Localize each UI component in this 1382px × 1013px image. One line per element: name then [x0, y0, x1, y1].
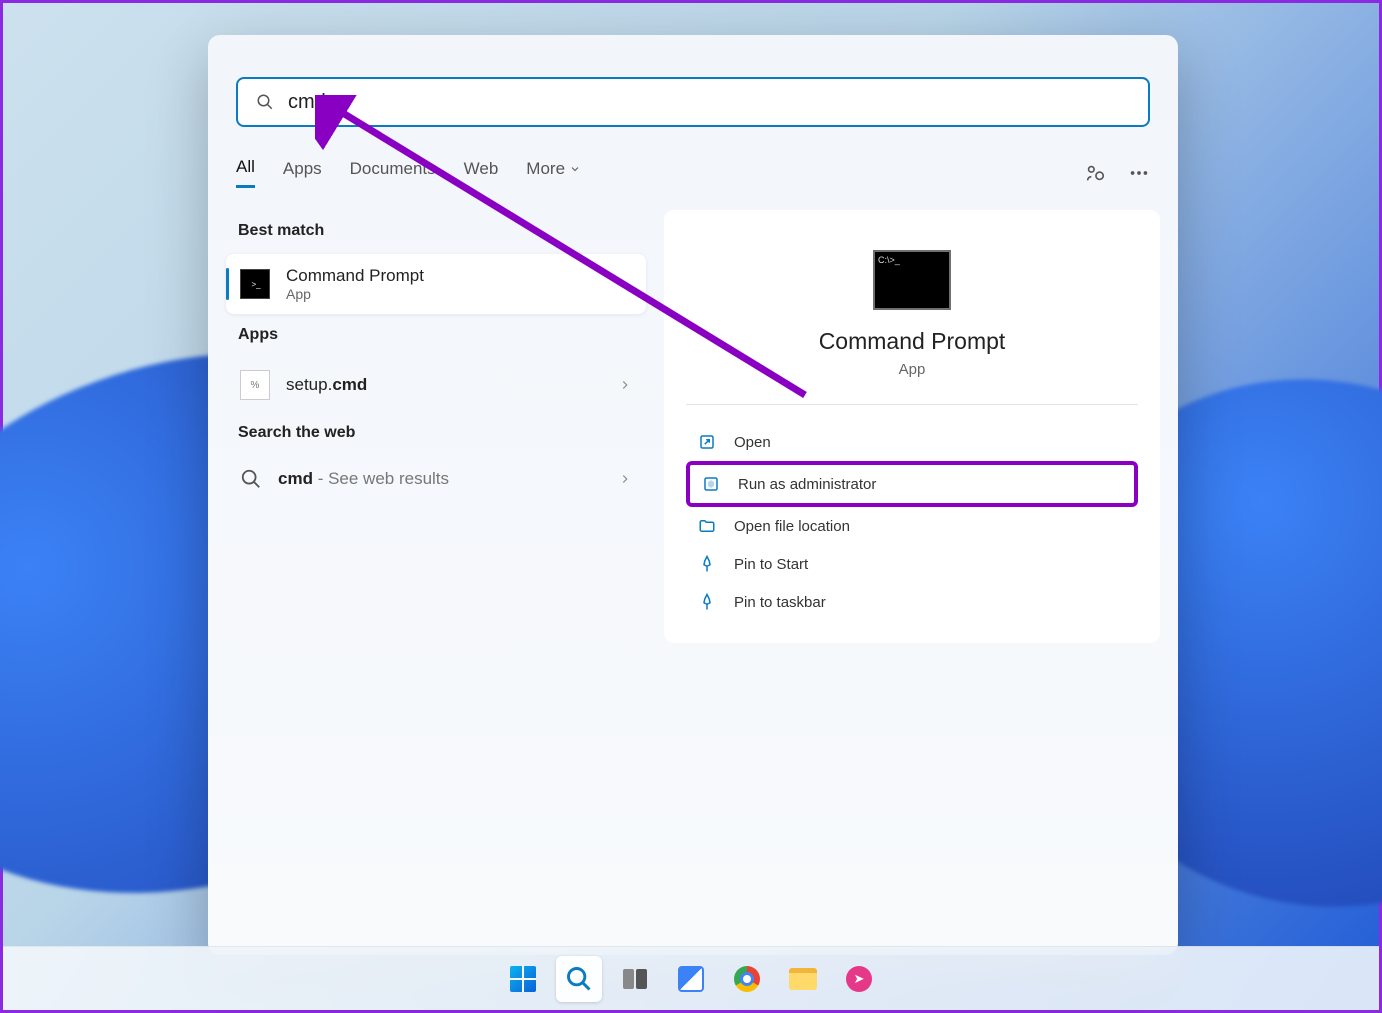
action-pin-to-start[interactable]: Pin to Start: [686, 545, 1138, 583]
result-web-cmd[interactable]: cmd - See web results: [226, 456, 646, 502]
tab-all[interactable]: All: [236, 157, 255, 188]
action-label: Pin to Start: [734, 556, 808, 573]
section-best-match: Best match: [238, 222, 646, 240]
command-prompt-icon: [240, 269, 270, 299]
tab-web[interactable]: Web: [464, 157, 499, 188]
task-view-icon: [623, 969, 647, 989]
chrome-button[interactable]: [724, 956, 770, 1002]
result-setup-cmd[interactable]: % setup.cmd: [226, 358, 646, 412]
search-icon: [565, 965, 593, 993]
windows-logo-icon: [510, 966, 536, 992]
filter-tabs-row: All Apps Documents Web More: [236, 157, 1150, 188]
search-icon: [240, 468, 262, 490]
app-button[interactable]: [836, 956, 882, 1002]
pin-icon: [698, 593, 716, 611]
action-open-file-location[interactable]: Open file location: [686, 507, 1138, 545]
action-label: Open file location: [734, 518, 850, 535]
start-button[interactable]: [500, 956, 546, 1002]
command-prompt-large-icon: [873, 250, 951, 310]
detail-title: Command Prompt: [686, 328, 1138, 355]
search-icon: [256, 93, 274, 111]
chrome-icon: [734, 966, 760, 992]
action-pin-to-taskbar[interactable]: Pin to taskbar: [686, 583, 1138, 621]
detail-subtitle: App: [686, 361, 1138, 378]
admin-shield-icon: [702, 475, 720, 493]
widgets-icon: [678, 966, 704, 992]
chevron-down-icon: [569, 163, 581, 175]
section-apps: Apps: [238, 326, 646, 344]
action-label: Pin to taskbar: [734, 594, 826, 611]
results-column: Best match Command Prompt App Apps % set…: [226, 210, 646, 643]
result-title: Command Prompt: [286, 266, 632, 286]
widgets-button[interactable]: [668, 956, 714, 1002]
action-label: Run as administrator: [738, 476, 876, 493]
pin-icon: [698, 555, 716, 573]
result-title: cmd - See web results: [278, 469, 602, 489]
task-view-button[interactable]: [612, 956, 658, 1002]
result-subtitle: App: [286, 286, 632, 302]
action-open[interactable]: Open: [686, 423, 1138, 461]
tab-more-label: More: [526, 159, 565, 179]
result-command-prompt[interactable]: Command Prompt App: [226, 254, 646, 314]
search-bar[interactable]: [236, 77, 1150, 127]
action-label: Open: [734, 434, 771, 451]
chevron-right-icon: [618, 472, 632, 486]
tab-documents[interactable]: Documents: [350, 157, 436, 188]
action-run-as-administrator[interactable]: Run as administrator: [686, 461, 1138, 507]
folder-icon: [698, 517, 716, 535]
file-explorer-button[interactable]: [780, 956, 826, 1002]
section-search-web: Search the web: [238, 424, 646, 442]
tab-apps[interactable]: Apps: [283, 157, 322, 188]
open-icon: [698, 433, 716, 451]
account-settings-icon[interactable]: [1084, 162, 1106, 184]
app-icon: [846, 966, 872, 992]
result-title: setup.cmd: [286, 375, 602, 395]
windows-search-window: All Apps Documents Web More Best match C…: [208, 35, 1178, 955]
folder-icon: [789, 968, 817, 990]
more-options-icon[interactable]: [1128, 162, 1150, 184]
search-input[interactable]: [288, 91, 1130, 114]
batch-file-icon: %: [240, 370, 270, 400]
chevron-right-icon: [618, 378, 632, 392]
detail-pane: Command Prompt App Open Run as administr…: [664, 210, 1160, 643]
taskbar-search-button[interactable]: [556, 956, 602, 1002]
divider: [686, 404, 1138, 405]
taskbar: [3, 946, 1379, 1010]
tab-more[interactable]: More: [526, 157, 581, 188]
